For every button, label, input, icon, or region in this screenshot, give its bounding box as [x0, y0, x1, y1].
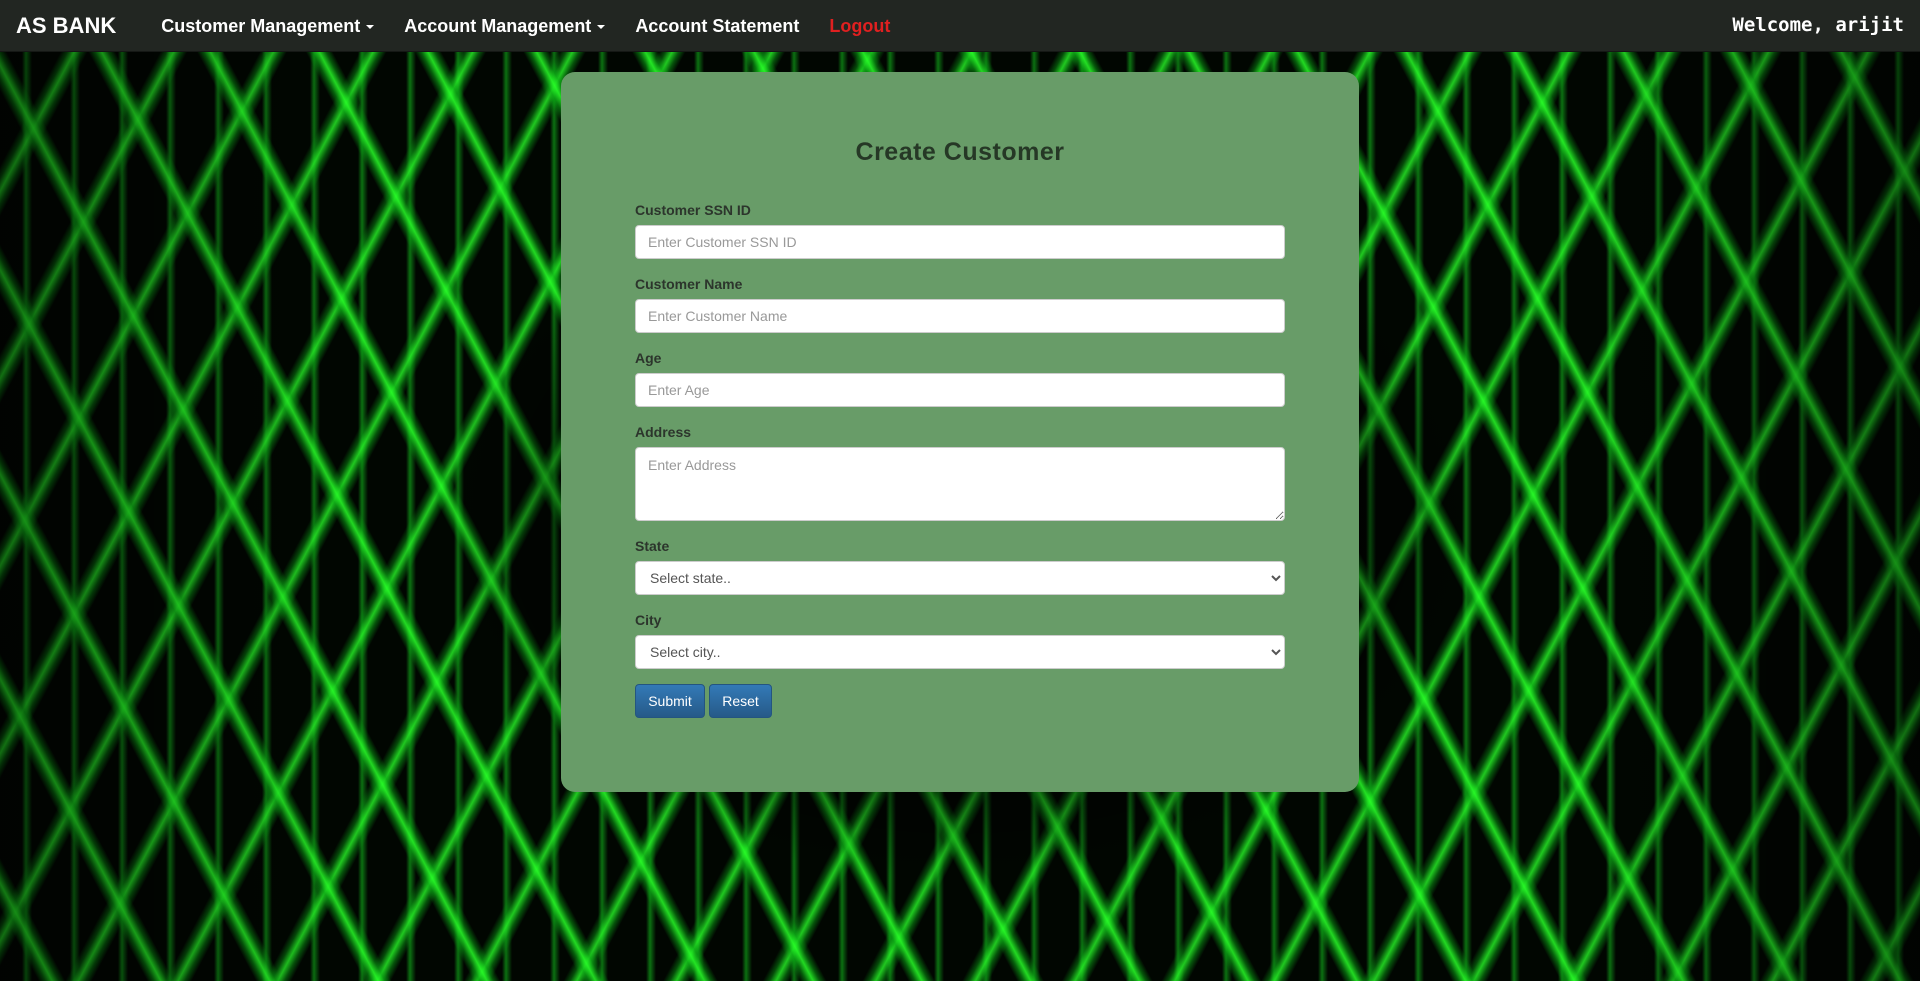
nav-customer-management[interactable]: Customer Management [146, 0, 389, 52]
ssn-label: Customer SSN ID [635, 202, 751, 218]
nav-account-management-label: Account Management [404, 15, 592, 36]
nav-account-management[interactable]: Account Management [389, 0, 620, 52]
caret-down-icon [597, 24, 606, 29]
city-label: City [635, 612, 662, 628]
nav-logout-label: Logout [829, 15, 891, 36]
submit-button[interactable]: Submit [635, 684, 705, 718]
welcome-message: Welcome, arijit [1732, 14, 1904, 36]
nav-account-statement-label: Account Statement [635, 15, 800, 36]
nav-account-statement[interactable]: Account Statement [620, 0, 814, 52]
brand-logo[interactable]: AS BANK [0, 0, 146, 52]
reset-button[interactable]: Reset [709, 684, 772, 718]
top-navbar: AS BANK Customer Management Account Mana… [0, 0, 1920, 52]
state-label: State [635, 538, 670, 554]
city-select[interactable]: Select city.. [635, 635, 1285, 669]
state-select[interactable]: Select state.. [635, 561, 1285, 595]
address-label: Address [635, 424, 692, 440]
nav-customer-management-label: Customer Management [161, 15, 361, 36]
nav-logout[interactable]: Logout [814, 0, 905, 52]
age-input[interactable] [635, 373, 1285, 407]
address-textarea[interactable] [635, 447, 1285, 521]
customer-name-label: Customer Name [635, 276, 743, 292]
age-label: Age [635, 350, 662, 366]
caret-down-icon [366, 24, 375, 29]
ssn-input[interactable] [635, 225, 1285, 259]
customer-name-input[interactable] [635, 299, 1285, 333]
page-title: Create Customer [855, 138, 1065, 166]
